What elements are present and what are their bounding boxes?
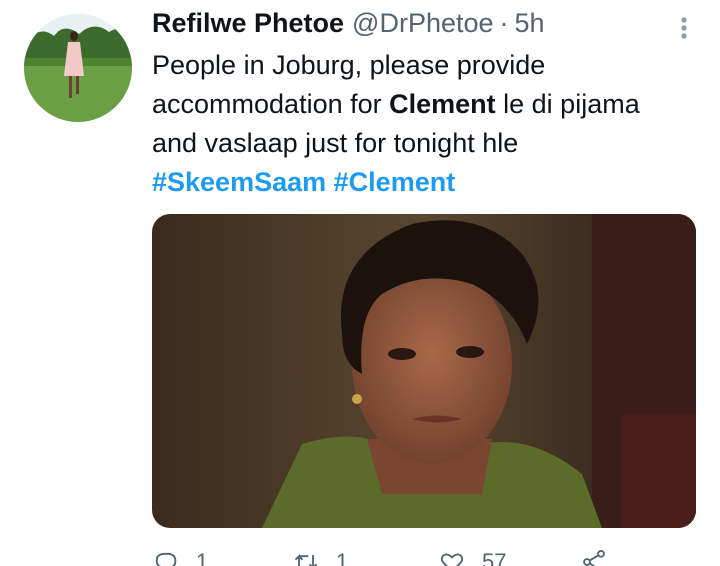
author-name[interactable]: Refilwe Phetoe xyxy=(152,8,344,39)
avatar-image xyxy=(24,14,132,122)
hashtag-link[interactable]: #Clement xyxy=(334,167,456,197)
text-segment: accommodation for xyxy=(152,89,390,119)
tweet-header: Refilwe Phetoe @DrPhetoe · 5h xyxy=(152,8,696,44)
tweet-text: People in Joburg, please provide accommo… xyxy=(152,46,712,202)
heart-icon xyxy=(440,553,464,566)
timestamp[interactable]: 5h xyxy=(515,8,545,39)
hashtag-line: #SkeemSaam #Clement xyxy=(152,163,712,202)
reply-icon xyxy=(155,552,177,566)
retweet-icon xyxy=(294,553,318,566)
more-vertical-icon xyxy=(681,17,687,39)
text-segment: le di pijama xyxy=(495,89,640,119)
retweet-count: 1 xyxy=(336,549,349,566)
avatar[interactable] xyxy=(24,14,132,122)
tweet-actions: 1 1 57 xyxy=(152,548,632,566)
tweet-media-image[interactable] xyxy=(152,214,696,528)
separator: · xyxy=(499,8,509,38)
reply-button[interactable]: 1 xyxy=(152,548,208,566)
like-button[interactable]: 57 xyxy=(438,548,506,566)
hashtag-link[interactable]: #SkeemSaam xyxy=(152,167,326,197)
tweet-text-line: accommodation for Clement le di pijama xyxy=(152,85,712,124)
like-count: 57 xyxy=(482,549,507,566)
author-handle[interactable]: @DrPhetoe xyxy=(352,8,493,39)
tweet-text-line: and vaslaap just for tonight hle xyxy=(152,128,519,158)
retweet-button[interactable]: 1 xyxy=(292,548,348,566)
tweet-text-line: People in Joburg, please provide xyxy=(152,50,546,80)
tweet-content: Refilwe Phetoe @DrPhetoe · 5h People in … xyxy=(152,8,696,202)
more-options-button[interactable] xyxy=(672,14,696,42)
media-photo xyxy=(152,214,696,528)
share-icon xyxy=(583,549,605,566)
tweet[interactable]: Refilwe Phetoe @DrPhetoe · 5h People in … xyxy=(0,0,720,566)
reply-count: 1 xyxy=(196,549,209,566)
share-button[interactable] xyxy=(580,548,608,566)
bold-mention: Clement xyxy=(389,89,496,119)
